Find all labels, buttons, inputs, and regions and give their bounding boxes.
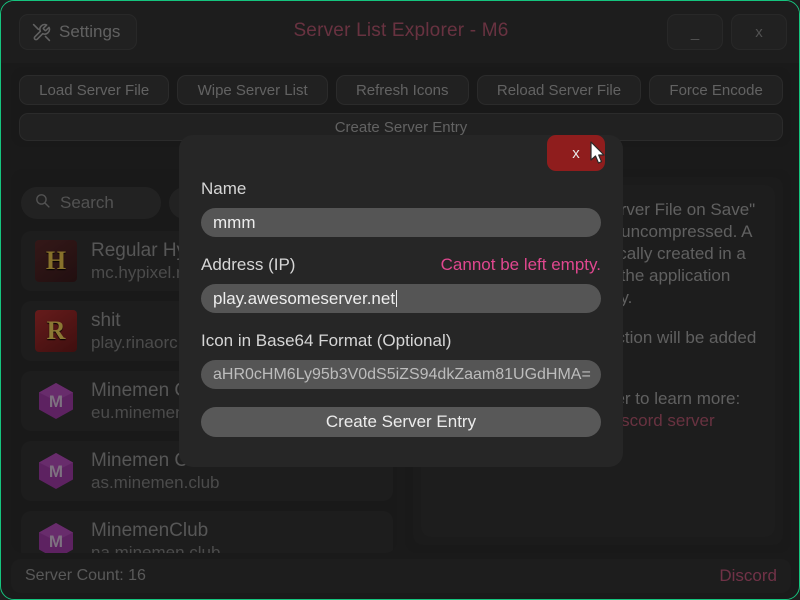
address-validation-error: Cannot be left empty. <box>440 255 601 274</box>
close-icon: x <box>572 144 580 162</box>
application-window: Settings Server List Explorer - M6 _ x L… <box>0 0 800 600</box>
dialog-close-button[interactable]: x <box>547 135 605 171</box>
address-field-value: play.awesomeserver.net <box>213 288 396 308</box>
create-server-entry-dialog: x Name mmm Address (IP) Cannot be left e… <box>179 135 623 467</box>
address-field-label: Address (IP) <box>201 255 296 274</box>
address-field[interactable]: play.awesomeserver.net <box>201 284 601 313</box>
icon-base64-field-value: aHR0cHM6Ly95b3V0dS5iZS94dkZaam81UGdHMA= <box>213 365 591 383</box>
name-field-value: mmm <box>213 212 256 232</box>
name-field[interactable]: mmm <box>201 208 601 237</box>
text-caret <box>396 290 398 307</box>
icon-base64-field-label: Icon in Base64 Format (Optional) <box>201 331 452 350</box>
dialog-submit-label: Create Server Entry <box>325 412 477 431</box>
icon-base64-field[interactable]: aHR0cHM6Ly95b3V0dS5iZS94dkZaam81UGdHMA= <box>201 360 601 389</box>
dialog-body: Name mmm Address (IP) Cannot be left emp… <box>201 179 601 437</box>
dialog-submit-button[interactable]: Create Server Entry <box>201 407 601 437</box>
address-label-row: Address (IP) Cannot be left empty. <box>201 255 601 275</box>
name-field-label: Name <box>201 179 247 198</box>
